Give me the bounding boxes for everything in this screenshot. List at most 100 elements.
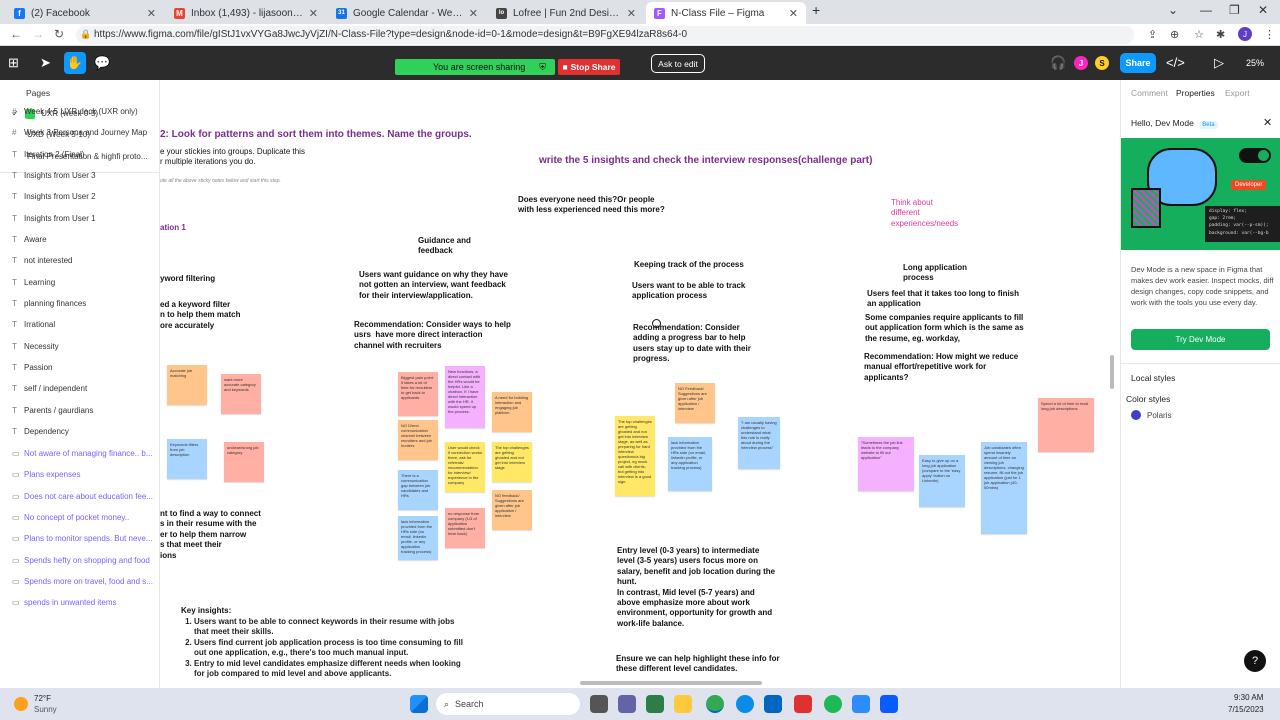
share-button[interactable]: Share — [1120, 53, 1156, 73]
sticky-note[interactable]: no response from company (1/3 of applica… — [445, 508, 485, 548]
close-window-icon[interactable]: ✕ — [1258, 3, 1268, 17]
profile-avatar[interactable]: J — [1238, 27, 1252, 41]
avatar[interactable]: S — [1095, 56, 1109, 70]
ask-to-edit-button[interactable]: Ask to edit — [651, 54, 705, 73]
comment-tool-icon[interactable]: 💬 — [94, 55, 110, 71]
minimize-icon[interactable]: — — [1200, 3, 1212, 17]
sticky-note[interactable]: lack information provided from the HRs s… — [668, 437, 712, 491]
stop-share-button[interactable]: ■ Stop Share — [558, 59, 620, 75]
layer-item[interactable]: T Passion — [12, 363, 157, 372]
store-icon[interactable] — [764, 695, 782, 713]
close-tab-icon[interactable]: ✕ — [469, 7, 478, 20]
move-tool-icon[interactable]: ➤ — [40, 55, 51, 71]
layer-item[interactable]: ▭ No concept of pocket money.. — [12, 513, 157, 522]
avatar[interactable]: J — [1074, 56, 1088, 70]
extensions-icon[interactable]: ✱ — [1216, 28, 1225, 41]
help-button[interactable]: ? — [1244, 650, 1266, 672]
teams-icon[interactable] — [618, 695, 636, 713]
layer-item[interactable]: ▭ Does not care about education fee... — [12, 492, 157, 501]
sticky-note[interactable]: A need for building interaction and enga… — [492, 392, 532, 432]
layer-item[interactable]: T Insights from User 1 — [12, 214, 157, 223]
browser-tab-facebook[interactable]: f (2) Facebook ✕ — [6, 2, 164, 24]
dev-mode-toggle-icon[interactable]: </> — [1166, 55, 1185, 70]
sticky-note[interactable]: Biggest pain point: it takes a lot of ti… — [398, 372, 438, 416]
windows-start-icon[interactable] — [410, 695, 428, 713]
url-field[interactable]: https://www.figma.com/file/gIStJ1vxVYGa8… — [76, 26, 1134, 44]
tab-properties[interactable]: Properties — [1176, 88, 1215, 98]
tab-comment[interactable]: Comment — [1131, 88, 1168, 98]
layer-item[interactable]: Tplanning finances — [12, 299, 157, 308]
layer-item[interactable]: ▭ Spends hefty on shopping and food — [12, 556, 157, 565]
sticky-note[interactable]: Keywords filters from job description — [167, 439, 207, 479]
sticky-note[interactable]: NO Feedback/ Suggestions are given after… — [675, 383, 715, 423]
browser-tab-lofree[interactable]: lo Lofree | Fun 2nd Designer for Mec ✕ — [488, 2, 644, 24]
tab-export[interactable]: Export — [1225, 88, 1250, 98]
sticky-note[interactable]: Spend a lot of time to read long job des… — [1038, 398, 1094, 452]
layer-item[interactable]: # Week 4-5 UXR deck (UXR only) — [12, 107, 157, 116]
layer-item[interactable]: T Insights from User 2 — [12, 192, 157, 201]
sticky-note[interactable]: New functions: a direct contact with the… — [445, 366, 485, 428]
horizontal-scrollbar[interactable] — [580, 681, 762, 685]
zoom-level[interactable]: 25% — [1246, 58, 1264, 68]
layer-item[interactable]: T Iteration 2 (Final) — [12, 150, 157, 159]
zoom-app-icon[interactable] — [852, 695, 870, 713]
tab-search-icon[interactable]: ⌄ — [1168, 3, 1178, 17]
headphones-icon[interactable]: 🎧 — [1050, 55, 1066, 71]
sticky-note[interactable]: Easy to give up on a long job applicatio… — [919, 455, 965, 507]
layer-item[interactable]: Tnot interested — [12, 256, 157, 265]
layer-item[interactable]: Tself / independent — [12, 384, 157, 393]
edge-icon[interactable] — [736, 695, 754, 713]
sticky-note[interactable]: Accurate job matching — [167, 365, 207, 405]
sticky-note[interactable]: NO Direct communication channel between … — [398, 420, 438, 460]
layer-item[interactable]: T Irrational — [12, 320, 157, 329]
close-tab-icon[interactable]: ✕ — [789, 7, 798, 20]
layer-item[interactable]: ▭ Not aware of managing finance.. b... — [12, 449, 157, 458]
acrobat-icon[interactable] — [794, 695, 812, 713]
layer-item[interactable]: ▭ Spends more on travel, food and s... — [12, 577, 157, 586]
layer-item[interactable]: T Learning — [12, 278, 157, 287]
task-view-icon[interactable] — [590, 695, 608, 713]
spreadsheet-app-icon[interactable] — [646, 695, 664, 713]
sticky-note[interactable]: User would check if connection works the… — [445, 442, 485, 492]
spotify-icon[interactable] — [824, 695, 842, 713]
zoom-icon[interactable]: ⊕ — [1170, 28, 1179, 41]
layer-item[interactable]: T Necessity — [12, 342, 157, 351]
sticky-note[interactable]: unclear/wrong job category — [224, 442, 264, 482]
close-tab-icon[interactable]: ✕ — [627, 7, 636, 20]
layer-item[interactable]: T Parents / gaurdians — [12, 406, 157, 415]
taskbar-search[interactable]: ⌕ Search — [436, 693, 580, 715]
browser-tab-calendar[interactable]: 31 Google Calendar - Week of July ✕ — [328, 2, 486, 24]
layer-item[interactable]: T Insights from User 3 — [12, 171, 157, 180]
restore-icon[interactable]: ❐ — [1229, 3, 1240, 17]
color-style-item[interactable]: Polaris — [1131, 410, 1171, 420]
sticky-note[interactable]: There is a communication gap between job… — [398, 470, 438, 510]
vertical-scrollbar[interactable] — [1110, 355, 1114, 389]
sticky-note[interactable]: want more accurate category and keywords — [221, 374, 261, 414]
layer-item[interactable]: ▭ Plans expenses — [12, 470, 157, 479]
browser-tab-figma[interactable]: F N-Class File – Figma ✕ — [646, 2, 806, 24]
bookmark-star-icon[interactable]: ☆ — [1194, 28, 1204, 41]
try-dev-mode-button[interactable]: Try Dev Mode — [1131, 329, 1270, 350]
layer-item[interactable]: T Aware — [12, 235, 157, 244]
sticky-note[interactable]: The top challenges are getting ghosted a… — [615, 416, 655, 496]
layer-item[interactable]: ▭ Plans to monitor spends. But neve... — [12, 534, 157, 543]
hand-tool-icon[interactable]: ✋ — [64, 52, 86, 74]
back-icon[interactable]: ← — [10, 27, 22, 41]
close-tab-icon[interactable]: ✕ — [147, 7, 156, 20]
sticky-note[interactable]: The top challenges are getting ghosted a… — [492, 442, 532, 482]
close-tab-icon[interactable]: ✕ — [309, 7, 318, 20]
lock-icon[interactable]: 🔒 — [80, 29, 91, 40]
figma-menu-icon[interactable]: ⊞ — [8, 55, 19, 71]
sticky-note[interactable]: lack information provided from the HRs s… — [398, 516, 438, 560]
sticky-note[interactable]: Job candidates often spend insanely amou… — [981, 442, 1027, 534]
present-icon[interactable]: ▷ — [1214, 55, 1224, 71]
figma-canvas[interactable]: 2: Look for patterns and sort them into … — [160, 80, 1120, 688]
forward-icon[interactable]: → — [32, 27, 44, 41]
layer-item[interactable]: # Week 3 Persona and Journey Map — [12, 128, 157, 137]
browser-tab-gmail[interactable]: M Inbox (1,493) - lijasoon@gmail.c ✕ — [166, 2, 326, 24]
sticky-note[interactable]: NO feedback/ Suggestions are given after… — [492, 490, 532, 530]
sticky-note[interactable]: "I am usually having challenges to under… — [738, 417, 780, 469]
close-icon[interactable]: ✕ — [1263, 116, 1272, 129]
zoom-meeting-icon[interactable] — [880, 695, 898, 713]
layer-item[interactable]: ▭ spends in unwanted items — [12, 598, 157, 607]
